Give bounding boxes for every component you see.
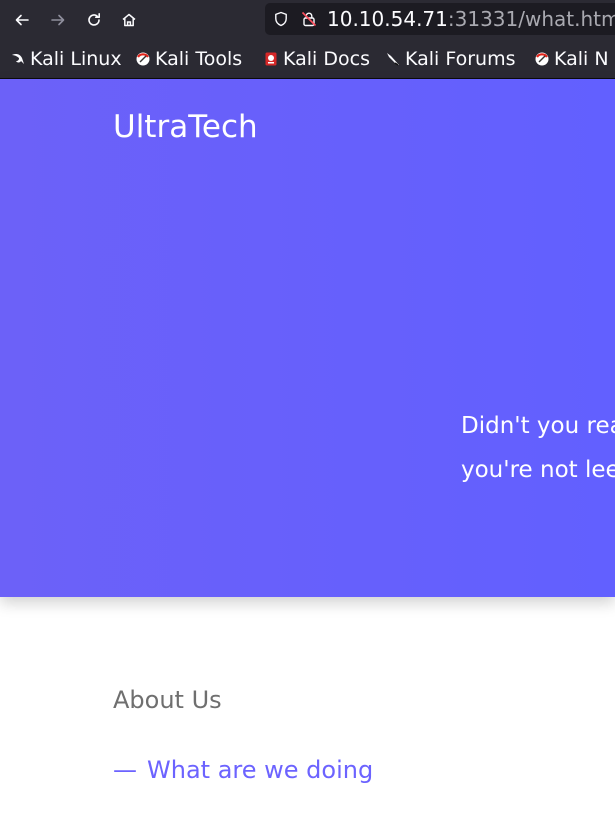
back-button[interactable] [10, 8, 34, 32]
arrow-right-icon [51, 14, 65, 26]
bookmark-label: Kali Linux [30, 48, 122, 70]
hero-text-line-1: Didn't you rea [461, 413, 615, 439]
home-button[interactable] [117, 8, 141, 32]
bookmarks-toolbar: Kali Linux Kali Tools Kali Docs Kali For… [0, 40, 615, 79]
bookmark-label: Kali Forums [405, 48, 516, 70]
link-label: What are we doing [147, 756, 374, 784]
kali-forums-icon [387, 53, 399, 66]
kali-docs-icon [265, 52, 277, 66]
about-us-heading: About Us [113, 686, 222, 714]
link-dash: — [113, 756, 137, 784]
bookmark-kali-nethunter[interactable]: Kali N [534, 48, 609, 70]
bookmark-label: Kali Docs [283, 48, 370, 70]
reload-icon [88, 13, 100, 26]
bookmark-kali-linux[interactable]: Kali Linux [10, 48, 122, 70]
arrow-left-icon [15, 14, 29, 26]
bookmark-kali-tools[interactable]: Kali Tools [135, 48, 242, 70]
kali-dragon-icon [12, 54, 24, 64]
what-are-we-doing-link[interactable]: — What are we doing [113, 756, 373, 784]
url-host: 10.10.54.71 [327, 7, 448, 31]
insecure-lock-icon[interactable] [301, 11, 317, 27]
reload-button[interactable] [82, 8, 106, 32]
bookmark-label: Kali N [554, 48, 609, 70]
url-path: :31331/what.htm [447, 7, 615, 31]
browser-toolbar: 10.10.54.71:31331/what.htm [0, 0, 615, 40]
shield-icon[interactable] [273, 11, 289, 27]
bookmark-label: Kali Tools [155, 48, 243, 70]
bookmark-kali-forums[interactable]: Kali Forums [385, 48, 516, 70]
site-brand[interactable]: UltraTech [113, 109, 258, 145]
url-bar[interactable]: 10.10.54.71:31331/what.htm [265, 3, 615, 35]
hero-banner: UltraTech Didn't you rea you're not leet [0, 79, 615, 597]
home-icon [122, 13, 136, 27]
hero-text-line-2: you're not leet [461, 457, 615, 483]
kali-tools-icon [136, 52, 150, 66]
url-text[interactable]: 10.10.54.71:31331/what.htm [327, 5, 615, 33]
bookmark-kali-docs[interactable]: Kali Docs [263, 48, 370, 70]
forward-button[interactable] [46, 8, 70, 32]
kali-nethunter-icon [535, 52, 549, 66]
